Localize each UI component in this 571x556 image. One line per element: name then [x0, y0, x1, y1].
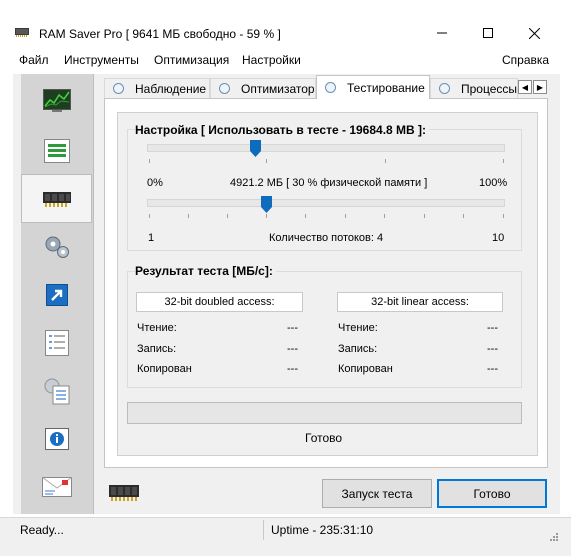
- info-icon: [44, 427, 69, 450]
- radio-icon: [219, 83, 230, 94]
- slider-tick: [345, 214, 346, 218]
- tab-processes[interactable]: Процессы: [430, 78, 518, 98]
- radio-icon: [113, 83, 124, 94]
- doubled-access-header: 32-bit doubled access:: [136, 292, 303, 312]
- setup-group-title: Настройка [ Использовать в тесте - 19684…: [135, 123, 430, 137]
- slider-tick: [266, 214, 267, 218]
- resize-grip-icon[interactable]: [548, 530, 558, 544]
- radio-icon: [325, 82, 336, 93]
- menu-optimize[interactable]: Оптимизация: [154, 53, 229, 67]
- minimize-icon: [437, 32, 447, 34]
- sidebar-item-checklist[interactable]: [21, 318, 92, 367]
- slider-tick: [266, 159, 267, 163]
- linear-access-header: 32-bit linear access:: [337, 292, 503, 312]
- sidebar-item-mail[interactable]: [21, 462, 92, 511]
- sidebar-item-monitoring[interactable]: [21, 76, 92, 125]
- tab-optimizer-label: Оптимизатор: [241, 81, 315, 96]
- slider-tick: [305, 214, 306, 218]
- threads-min-label: 1: [148, 232, 155, 244]
- sidebar-item-optimizer[interactable]: [21, 126, 92, 175]
- sidebar-item-settings[interactable]: [21, 366, 92, 415]
- list-bars-icon: [43, 138, 70, 163]
- ram-chip-icon: [108, 482, 140, 507]
- slider-tick: [424, 214, 425, 218]
- gears-icon: [45, 236, 69, 258]
- uptime-text: Uptime - 235:31:10: [271, 523, 374, 537]
- progress-status-label: Готово: [305, 431, 343, 445]
- threads-slider-thumb[interactable]: [261, 196, 272, 213]
- test-progress-bar: [127, 402, 522, 424]
- doubled-copy-label: Копирован: [137, 363, 192, 375]
- linear-read-value: ---: [487, 322, 498, 334]
- doubled-read-value: ---: [287, 322, 298, 334]
- tab-scroll-left-button[interactable]: ◀: [518, 80, 532, 94]
- sidebar-item-processes[interactable]: [21, 222, 92, 271]
- slider-tick: [385, 159, 386, 163]
- tab-testing-label: Тестирование: [347, 80, 425, 95]
- maximize-button[interactable]: [465, 18, 511, 48]
- tab-monitoring[interactable]: Наблюдение: [104, 78, 210, 98]
- linear-copy-label: Копирован: [338, 363, 393, 375]
- memory-min-label: 0%: [147, 177, 163, 189]
- linear-write-value: ---: [487, 343, 498, 355]
- tab-optimizer[interactable]: Оптимизатор: [210, 78, 316, 98]
- slider-tick: [227, 214, 228, 218]
- threads-value-label: Количество потоков: 4: [269, 232, 384, 244]
- done-button[interactable]: Готово: [437, 479, 547, 508]
- slider-tick: [149, 159, 150, 163]
- tab-scroll-buttons: ◀ ▶: [518, 80, 548, 94]
- checklist-icon: [44, 329, 69, 356]
- linear-copy-value: ---: [487, 363, 498, 375]
- doubled-read-label: Чтение:: [137, 322, 177, 334]
- app-ram-chip-icon: [14, 26, 30, 38]
- results-group-title: Результат теста [МБ/с]:: [135, 264, 276, 278]
- tab-monitoring-label: Наблюдение: [135, 81, 207, 96]
- monitor-chart-icon: [42, 88, 71, 112]
- menu-file[interactable]: Файл: [19, 53, 49, 67]
- radio-icon: [439, 83, 450, 94]
- sidebar-item-info[interactable]: [21, 414, 92, 463]
- settings-document-icon: [44, 378, 69, 404]
- shortcut-arrow-icon: [45, 283, 68, 306]
- menu-settings[interactable]: Настройки: [242, 53, 301, 67]
- memory-max-label: 100%: [479, 177, 508, 189]
- ram-chip-icon: [42, 191, 71, 207]
- maximize-icon: [483, 28, 493, 38]
- status-text: Ready...: [20, 523, 64, 537]
- minimize-button[interactable]: [419, 18, 465, 48]
- slider-tick: [384, 214, 385, 218]
- doubled-copy-value: ---: [287, 363, 298, 375]
- menu-tools[interactable]: Инструменты: [64, 53, 139, 67]
- slider-tick: [149, 214, 150, 218]
- slider-tick: [463, 214, 464, 218]
- linear-read-label: Чтение:: [338, 322, 378, 334]
- linear-write-label: Запись:: [338, 343, 378, 355]
- run-test-button[interactable]: Запуск теста: [322, 479, 432, 508]
- window-title: RAM Saver Pro [ 9641 МБ свободно - 59 % …: [39, 27, 281, 41]
- slider-tick: [188, 214, 189, 218]
- threads-max-label: 10: [492, 232, 505, 244]
- close-icon: [528, 27, 540, 39]
- close-button[interactable]: [511, 18, 557, 48]
- doubled-write-label: Запись:: [137, 343, 177, 355]
- tab-scroll-right-button[interactable]: ▶: [533, 80, 547, 94]
- status-separator: [263, 520, 264, 540]
- sidebar-item-shortcut[interactable]: [21, 270, 92, 319]
- doubled-write-value: ---: [287, 343, 298, 355]
- slider-tick: [503, 214, 504, 218]
- memory-value-label: 4921.2 МБ [ 30 % физической памяти ]: [230, 177, 428, 189]
- sidebar-item-testing[interactable]: [21, 174, 92, 223]
- memory-slider-thumb[interactable]: [250, 140, 261, 157]
- memory-slider-track: [147, 144, 505, 152]
- envelope-icon: [41, 476, 72, 497]
- threads-slider-track: [147, 199, 505, 207]
- slider-tick: [503, 159, 504, 163]
- tab-processes-label: Процессы: [461, 81, 518, 96]
- tab-testing[interactable]: Тестирование: [316, 75, 430, 99]
- menu-help[interactable]: Справка: [502, 53, 549, 67]
